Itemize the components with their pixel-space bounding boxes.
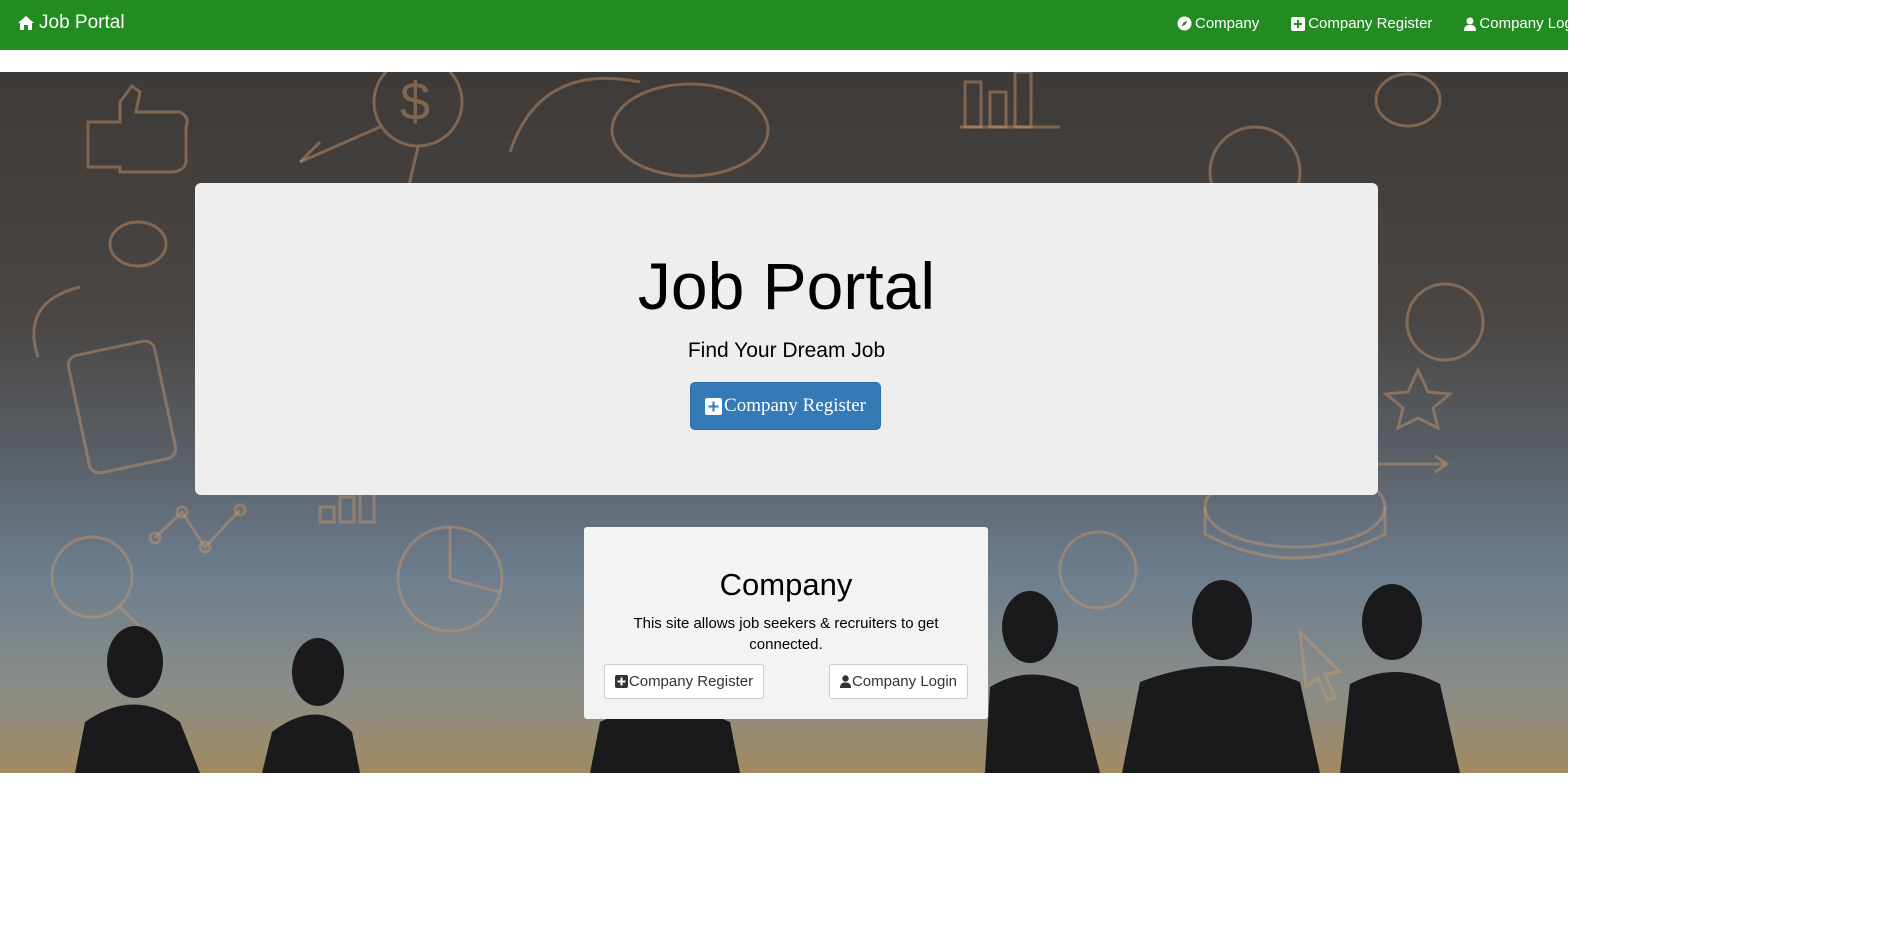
hero-company-register-button[interactable]: Company Register <box>690 382 881 430</box>
plus-square-icon <box>705 397 723 415</box>
plus-square-icon <box>614 675 628 688</box>
user-icon <box>839 675 851 688</box>
svg-text:$: $ <box>400 72 430 132</box>
nav-item-company-register[interactable]: Company Register <box>1291 15 1432 32</box>
nav-links: Company Company Register Company Login <box>1177 15 1585 32</box>
hero-subtitle: Find Your Dream Job <box>687 339 886 362</box>
hero-button-label: Company Register <box>724 395 866 416</box>
nav-item-company-login[interactable]: Company Login <box>1464 15 1585 32</box>
nav-item-company[interactable]: Company <box>1177 15 1259 32</box>
company-register-label: Company Register <box>628 673 754 690</box>
top-navbar: Job Portal Company Company Register Comp… <box>0 0 1585 50</box>
nav-item-label: Company Login <box>1479 15 1585 32</box>
plus-square-icon <box>1291 16 1306 31</box>
company-card: Company This site allows job seekers & r… <box>584 527 988 719</box>
hero-title: Job Portal <box>637 249 936 323</box>
brand-label: Job Portal <box>39 12 125 33</box>
company-card-title: Company <box>719 567 853 602</box>
nav-item-label: Company Register <box>1308 15 1433 32</box>
hero-jumbotron: Job Portal Find Your Dream Job Company R… <box>195 183 1378 495</box>
company-login-label: Company Login <box>851 673 958 690</box>
user-icon <box>1464 17 1477 31</box>
company-login-button[interactable]: Company Login <box>829 664 968 699</box>
compass-icon <box>1177 16 1192 31</box>
company-register-button[interactable]: Company Register <box>604 664 764 699</box>
brand-link[interactable]: Job Portal <box>17 12 125 34</box>
home-icon <box>17 15 35 31</box>
company-card-description: This site allows job seekers & recruiter… <box>633 615 939 653</box>
nav-item-label: Company <box>1195 15 1260 32</box>
